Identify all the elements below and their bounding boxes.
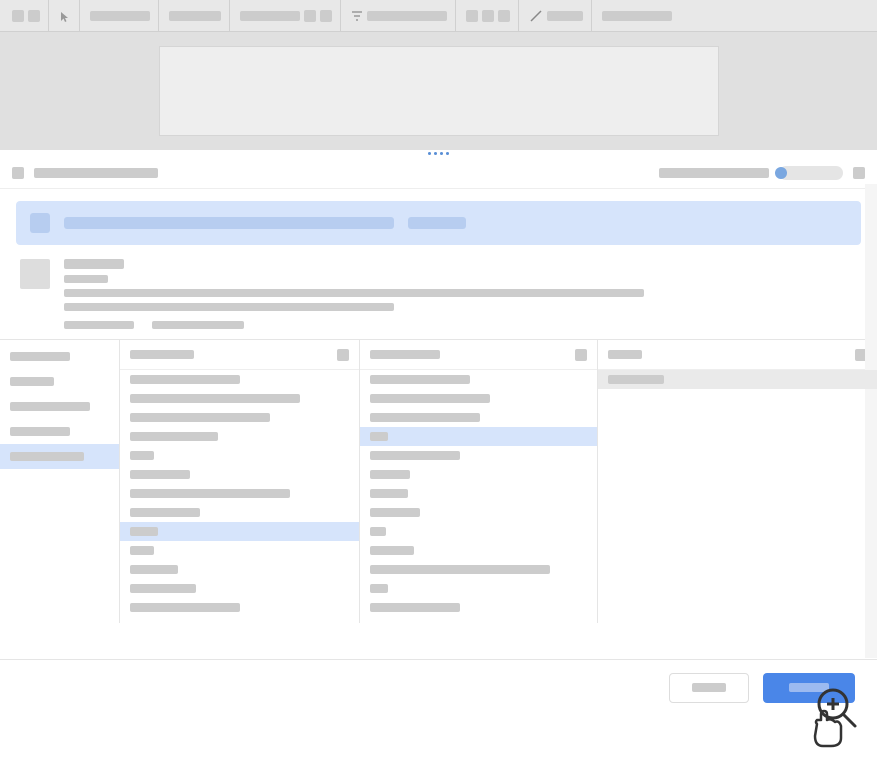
col-header[interactable] [360, 340, 597, 370]
info-banner[interactable] [16, 201, 861, 245]
column-picker [0, 339, 877, 623]
list-item[interactable] [360, 389, 597, 408]
category-item[interactable] [0, 419, 119, 444]
tb-label [169, 11, 221, 21]
tb-icon [304, 10, 316, 22]
tb-group-shapes[interactable] [4, 0, 49, 31]
col-title [608, 350, 642, 359]
tb-icon [12, 10, 24, 22]
list-item[interactable] [360, 560, 597, 579]
list-item[interactable] [360, 446, 597, 465]
panel-header [0, 157, 877, 189]
banner-text [64, 217, 394, 229]
result-meta [64, 321, 134, 329]
col-header[interactable] [120, 340, 359, 370]
list-item[interactable] [120, 389, 359, 408]
list-item[interactable] [120, 522, 359, 541]
tb-label [367, 11, 447, 21]
list-item[interactable] [360, 484, 597, 503]
list-item[interactable] [598, 370, 877, 389]
col-action-icon[interactable] [575, 349, 587, 361]
list-item[interactable] [120, 370, 359, 389]
result-subtitle [64, 275, 108, 283]
picker-col-2 [360, 340, 598, 623]
tb-group[interactable] [161, 0, 230, 31]
tb-group-filter[interactable] [343, 0, 456, 31]
line-icon [529, 9, 543, 23]
canvas-artboard[interactable] [159, 46, 719, 136]
result-desc-line [64, 303, 394, 311]
panel-icon [12, 167, 24, 179]
panel-drag-handle[interactable] [0, 150, 877, 157]
category-item[interactable] [0, 444, 119, 469]
tb-label [90, 11, 150, 21]
tb-icon [482, 10, 494, 22]
list-item[interactable] [120, 579, 359, 598]
tb-icon [498, 10, 510, 22]
filter-icon [351, 10, 363, 22]
button-label [789, 683, 829, 692]
top-toolbar [0, 0, 877, 32]
list-item[interactable] [360, 522, 597, 541]
category-item[interactable] [0, 369, 119, 394]
list-item[interactable] [360, 579, 597, 598]
col-title [370, 350, 440, 359]
list-item[interactable] [360, 598, 597, 617]
list-item[interactable] [360, 465, 597, 484]
result-title [64, 259, 124, 269]
tb-group[interactable] [232, 0, 341, 31]
picker-col-3 [598, 340, 877, 623]
list-item[interactable] [360, 427, 597, 446]
tb-icon [320, 10, 332, 22]
tb-group-line[interactable] [521, 0, 592, 31]
tb-label [547, 11, 583, 21]
list-item[interactable] [120, 560, 359, 579]
cursor-icon [59, 10, 71, 22]
toggle-switch[interactable] [779, 166, 843, 180]
picker-col-1 [120, 340, 360, 623]
panel-title [34, 168, 158, 178]
list-item[interactable] [120, 408, 359, 427]
category-item[interactable] [0, 394, 119, 419]
list-item[interactable] [120, 446, 359, 465]
tb-group[interactable] [458, 0, 519, 31]
list-item[interactable] [360, 408, 597, 427]
panel-action-icon[interactable] [853, 167, 865, 179]
list-item[interactable] [360, 541, 597, 560]
tb-group[interactable] [82, 0, 159, 31]
toggle-knob [775, 167, 787, 179]
list-item[interactable] [120, 541, 359, 560]
picker-col-categories [0, 340, 120, 623]
list-item[interactable] [360, 503, 597, 522]
tb-group[interactable] [594, 0, 680, 31]
tb-icon [28, 10, 40, 22]
list-item[interactable] [120, 503, 359, 522]
result-meta [152, 321, 244, 329]
canvas-area[interactable] [0, 32, 877, 150]
dialog-footer [0, 659, 877, 715]
col-title [130, 350, 194, 359]
tb-label [240, 11, 300, 21]
list-item[interactable] [120, 427, 359, 446]
list-item[interactable] [120, 484, 359, 503]
result-desc-line [64, 289, 644, 297]
tb-icon [466, 10, 478, 22]
panel-subtitle [659, 168, 769, 178]
col-header[interactable] [598, 340, 877, 370]
result-thumbnail[interactable] [20, 259, 50, 289]
banner-action [408, 217, 466, 229]
result-card [16, 245, 861, 339]
confirm-button[interactable] [763, 673, 855, 703]
list-item[interactable] [360, 370, 597, 389]
button-label [692, 683, 726, 692]
list-item[interactable] [120, 598, 359, 617]
tb-group-select[interactable] [51, 0, 80, 31]
tb-label [602, 11, 672, 21]
main-content [0, 189, 877, 623]
category-item[interactable] [0, 344, 119, 369]
cancel-button[interactable] [669, 673, 749, 703]
list-item[interactable] [120, 465, 359, 484]
col-action-icon[interactable] [337, 349, 349, 361]
banner-icon [30, 213, 50, 233]
